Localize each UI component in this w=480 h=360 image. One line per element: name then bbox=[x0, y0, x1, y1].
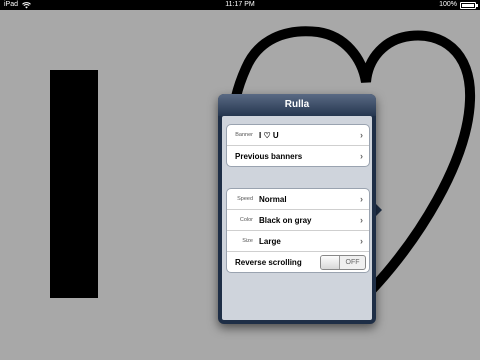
banner-value: I ♡ U bbox=[259, 130, 279, 140]
color-value: Black on gray bbox=[259, 215, 312, 225]
banner-group: Banner I ♡ U › Previous banners › bbox=[226, 124, 370, 167]
popover-body: Banner I ♡ U › Previous banners › Speed … bbox=[222, 116, 372, 320]
size-row[interactable]: Size Large › bbox=[227, 231, 369, 252]
options-group: Speed Normal › Color Black on gray › Siz… bbox=[226, 188, 370, 273]
toggle-knob bbox=[321, 256, 340, 269]
chevron-right-icon: › bbox=[360, 236, 363, 246]
chevron-right-icon: › bbox=[360, 151, 363, 161]
size-value: Large bbox=[259, 236, 281, 246]
speed-row[interactable]: Speed Normal › bbox=[227, 189, 369, 210]
reverse-scrolling-toggle[interactable]: OFF bbox=[320, 255, 366, 270]
reverse-scrolling-label: Reverse scrolling bbox=[235, 257, 302, 267]
toggle-state: OFF bbox=[345, 259, 360, 266]
battery-icon bbox=[460, 2, 478, 9]
size-label: Size bbox=[242, 238, 253, 244]
settings-popover: Rulla Banner I ♡ U › Previous banners › … bbox=[218, 94, 376, 324]
status-bar: iPad 11:17 PM 100% bbox=[0, 0, 480, 10]
previous-banners-row[interactable]: Previous banners › bbox=[227, 146, 369, 166]
battery-percent: 100% bbox=[439, 1, 457, 8]
status-time: 11:17 PM bbox=[225, 1, 255, 8]
reverse-scrolling-row: Reverse scrolling OFF bbox=[227, 252, 369, 272]
speed-value: Normal bbox=[259, 194, 287, 204]
chevron-right-icon: › bbox=[360, 194, 363, 204]
banner-row[interactable]: Banner I ♡ U › bbox=[227, 125, 369, 146]
speed-label: Speed bbox=[237, 196, 253, 202]
chevron-right-icon: › bbox=[360, 215, 363, 225]
banner-label: Banner bbox=[235, 132, 253, 138]
popover-title: Rulla bbox=[218, 94, 376, 116]
previous-banners-label: Previous banners bbox=[235, 151, 303, 161]
color-row[interactable]: Color Black on gray › bbox=[227, 210, 369, 231]
color-label: Color bbox=[239, 217, 253, 223]
chevron-right-icon: › bbox=[360, 130, 363, 140]
